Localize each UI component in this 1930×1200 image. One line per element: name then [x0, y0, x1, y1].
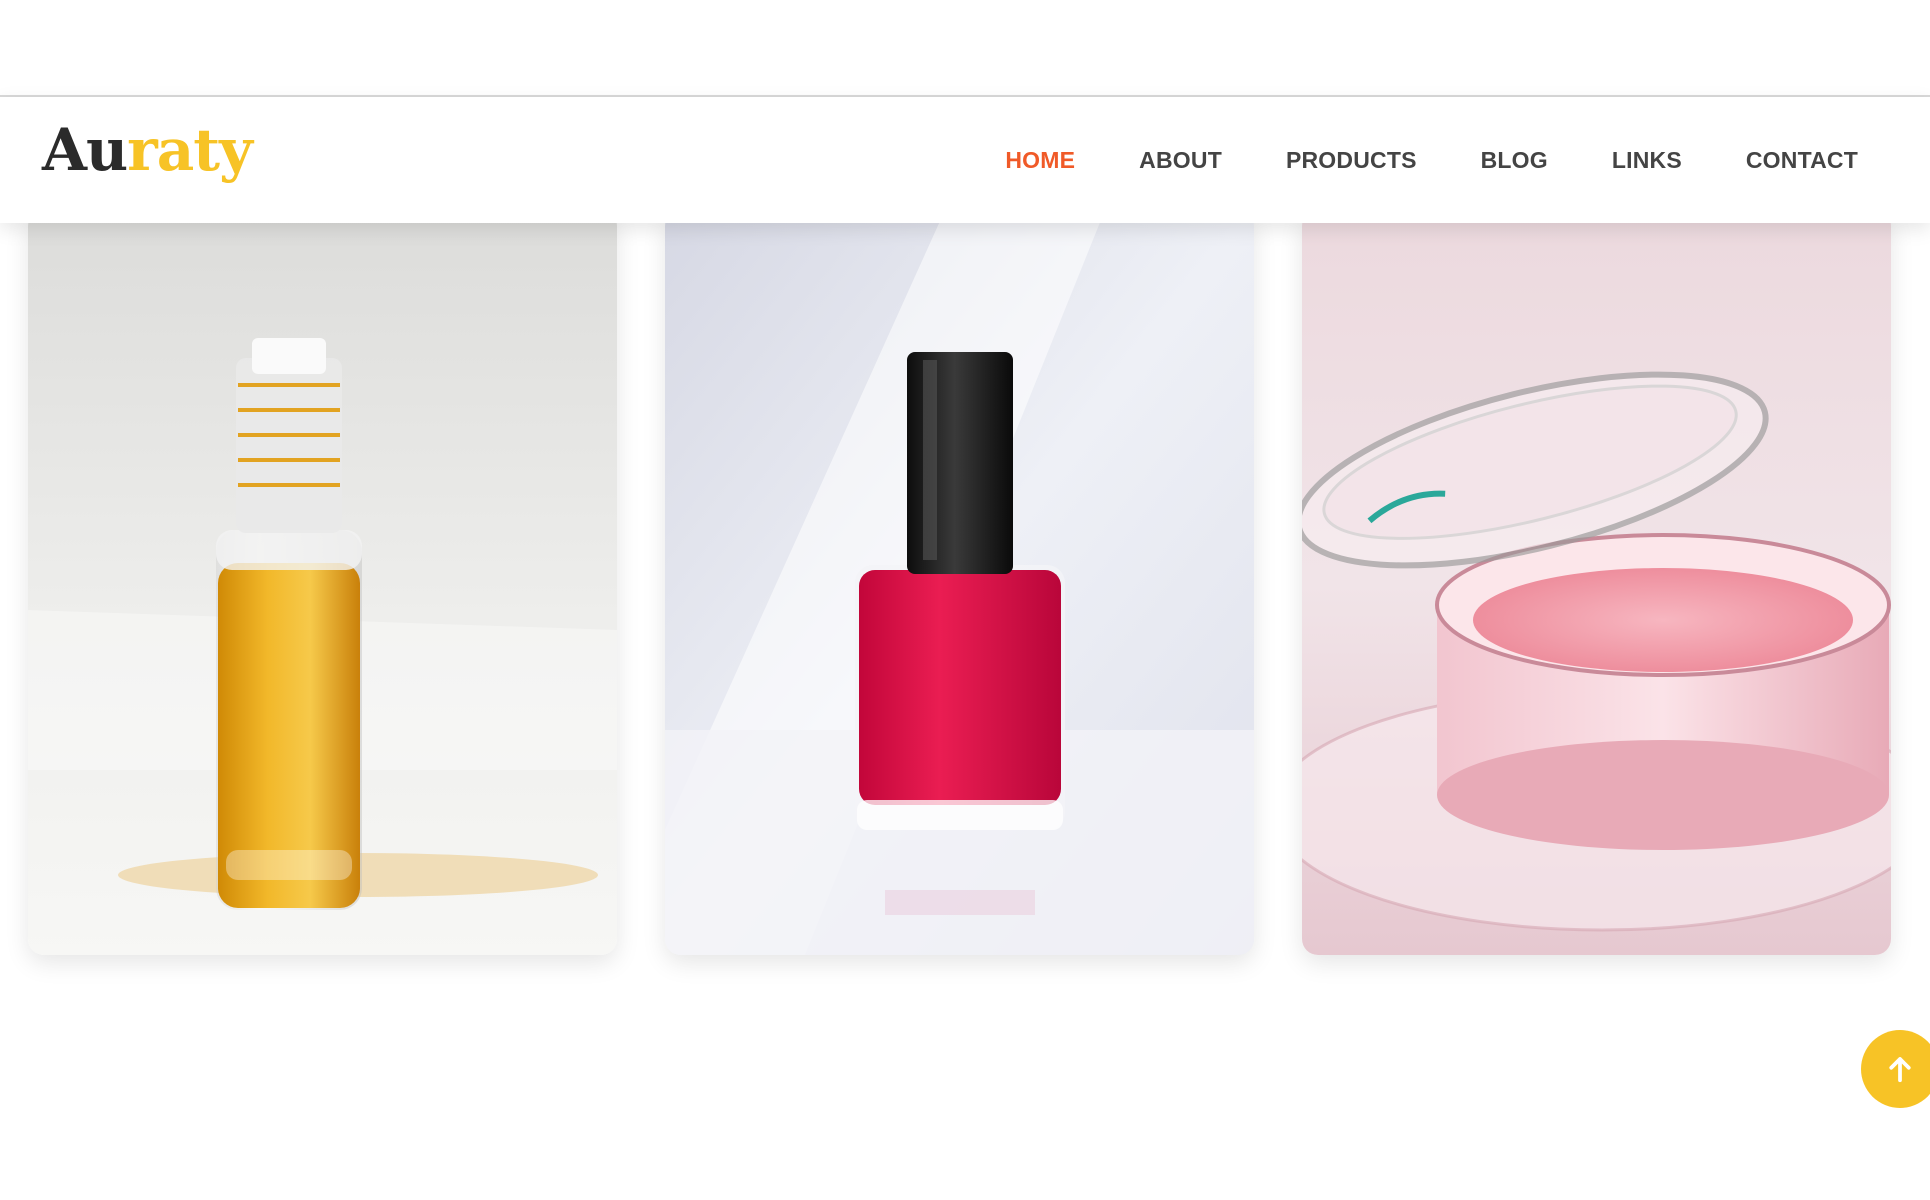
- product-card-blush-compact[interactable]: [1302, 210, 1891, 955]
- serum-bottle-image: [28, 210, 617, 955]
- nav-links[interactable]: LINKS: [1612, 147, 1682, 174]
- product-gallery: [28, 210, 1891, 955]
- nav-contact[interactable]: CONTACT: [1746, 147, 1858, 174]
- brand-logo-part1: Au: [42, 116, 128, 184]
- nav-products[interactable]: PRODUCTS: [1286, 147, 1417, 174]
- brand-logo[interactable]: Auraty: [42, 115, 253, 185]
- brand-logo-part2: raty: [127, 116, 253, 184]
- product-card-nail-polish[interactable]: [665, 210, 1254, 955]
- nav-about[interactable]: ABOUT: [1139, 147, 1222, 174]
- scroll-to-top-button[interactable]: [1861, 1030, 1930, 1108]
- main-nav: HOME ABOUT PRODUCTS BLOG LINKS CONTACT: [941, 97, 1930, 223]
- blush-compact-image: [1302, 210, 1891, 955]
- site-header: Auraty HOME ABOUT PRODUCTS BLOG LINKS CO…: [0, 97, 1930, 223]
- top-bar: [0, 0, 1930, 97]
- product-card-serum[interactable]: [28, 210, 617, 955]
- nav-blog[interactable]: BLOG: [1481, 147, 1548, 174]
- nail-polish-image: [665, 210, 1254, 955]
- nav-home[interactable]: HOME: [1005, 147, 1075, 174]
- arrow-up-icon: [1889, 1057, 1911, 1083]
